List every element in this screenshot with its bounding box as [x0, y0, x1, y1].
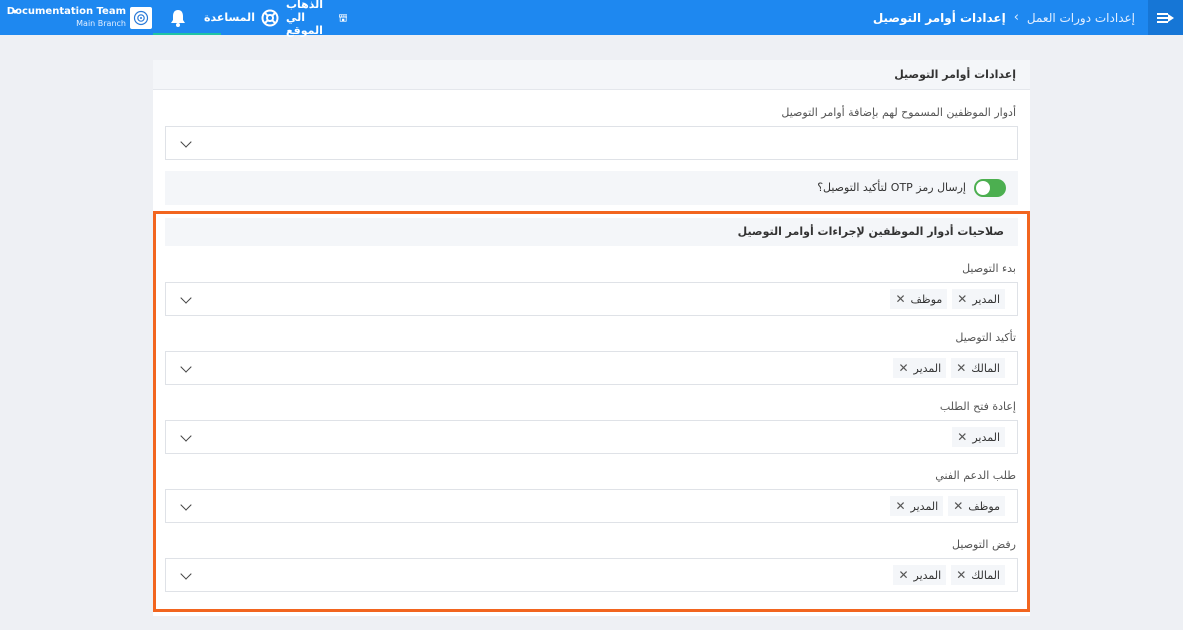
field-label-support-request: طلب الدعم الفني: [935, 469, 1016, 482]
card-title: إعدادات أوامر التوصيل: [894, 68, 1016, 81]
role-chip: المالك ✕: [951, 565, 1005, 585]
account-switcher[interactable]: Documentation Team Main Branch: [6, 4, 126, 32]
reopen-order-roles-select[interactable]: المدير ✕: [165, 420, 1018, 454]
breadcrumb-current: إعدادات أوامر التوصيل: [872, 10, 1006, 25]
selected-roles: المالك ✕ المدير ✕: [893, 565, 1005, 585]
org-logo-icon: [130, 7, 152, 29]
role-chip: موظف ✕: [948, 496, 1005, 516]
selected-roles: المالك ✕ المدير ✕: [893, 358, 1005, 378]
role-chip: المدير ✕: [893, 565, 947, 585]
role-chip-label: المدير: [972, 292, 1000, 306]
confirm-delivery-roles-select[interactable]: المالك ✕ المدير ✕: [165, 351, 1018, 385]
breadcrumb-parent-link[interactable]: إعدادات دورات العمل: [1027, 11, 1135, 25]
role-chip-label: المدير: [913, 361, 942, 375]
field-label-start-delivery: بدء التوصيل: [962, 262, 1016, 275]
chevron-right-icon: ‹: [1013, 10, 1019, 25]
lifebuoy-icon: [261, 9, 279, 26]
delivery-settings-card: إعدادات أوامر التوصيل أدوار الموظفين الم…: [153, 60, 1030, 616]
menu-arrow-icon: [1156, 12, 1174, 23]
go-to-site-link[interactable]: الذهاب الي الموقع: [286, 0, 347, 37]
chevron-down-icon: [180, 136, 192, 148]
field-label-confirm-delivery: تأكيد التوصيل: [955, 331, 1016, 344]
otp-toggle[interactable]: [974, 179, 1006, 197]
card-header: إعدادات أوامر التوصيل: [153, 60, 1030, 90]
permissions-header: صلاحيات أدوار الموظفين لإجراءات أوامر ال…: [165, 218, 1018, 246]
help-label: المساعدة: [204, 11, 255, 24]
selected-roles: المدير ✕ موظف ✕: [890, 289, 1005, 309]
allowed-roles-select[interactable]: [165, 126, 1018, 160]
otp-label: إرسال رمز OTP لتأكيد التوصيل؟: [817, 181, 966, 194]
help-link[interactable]: المساعدة: [204, 0, 279, 35]
chevron-down-icon: [180, 568, 192, 580]
close-icon[interactable]: ✕: [956, 569, 966, 581]
role-chip: المدير ✕: [893, 358, 947, 378]
role-chip-label: المدير: [972, 430, 1000, 444]
close-icon[interactable]: ✕: [957, 431, 967, 443]
field-label-reopen-order: إعادة فتح الطلب: [939, 400, 1016, 413]
site-label: الذهاب الي الموقع: [286, 0, 324, 37]
start-delivery-roles-select[interactable]: المدير ✕ موظف ✕: [165, 282, 1018, 316]
breadcrumb: إعدادات دورات العمل ‹ إعدادات أوامر التو…: [873, 0, 1135, 35]
role-chip-label: المالك: [971, 361, 1000, 375]
chevron-down-icon: [180, 499, 192, 511]
close-icon[interactable]: ✕: [953, 500, 963, 512]
account-branch: Main Branch: [76, 19, 126, 28]
menu-toggle-button[interactable]: [1148, 0, 1183, 35]
role-chip: المدير ✕: [952, 427, 1005, 447]
close-icon[interactable]: ✕: [957, 293, 967, 305]
close-icon[interactable]: ✕: [898, 569, 908, 581]
toggle-knob: [976, 181, 990, 195]
account-name: Documentation Team: [6, 6, 126, 17]
role-chip-label: موظف: [910, 292, 943, 306]
close-icon[interactable]: ✕: [895, 500, 905, 512]
chevron-down-icon: [180, 361, 192, 373]
role-chip: المدير ✕: [952, 289, 1005, 309]
role-chip: موظف ✕: [890, 289, 948, 309]
chevron-down-icon: [180, 430, 192, 442]
selected-roles: المدير ✕: [952, 427, 1005, 447]
close-icon[interactable]: ✕: [898, 362, 908, 374]
bell-icon[interactable]: [168, 8, 188, 28]
reject-delivery-roles-select[interactable]: المالك ✕ المدير ✕: [165, 558, 1018, 592]
role-chip-label: موظف: [968, 499, 1000, 513]
otp-setting-row: إرسال رمز OTP لتأكيد التوصيل؟: [165, 171, 1018, 205]
storefront-icon: [338, 13, 347, 22]
role-chip: المالك ✕: [951, 358, 1005, 378]
permissions-highlight-frame: [153, 211, 1030, 612]
field-label-reject-delivery: رفض التوصيل: [952, 538, 1016, 551]
chevron-down-icon: [180, 292, 192, 304]
allowed-roles-label: أدوار الموظفين المسموح لهم بإضافة أوامر …: [781, 106, 1016, 119]
close-icon[interactable]: ✕: [895, 293, 905, 305]
role-chip-label: المالك: [971, 568, 1000, 582]
role-chip-label: المدير: [913, 568, 942, 582]
support-request-roles-select[interactable]: موظف ✕ المدير ✕: [165, 489, 1018, 523]
role-chip: المدير ✕: [890, 496, 944, 516]
close-icon[interactable]: ✕: [956, 362, 966, 374]
top-bar: إعدادات دورات العمل ‹ إعدادات أوامر التو…: [0, 0, 1183, 37]
role-chip-label: المدير: [910, 499, 939, 513]
permissions-title: صلاحيات أدوار الموظفين لإجراءات أوامر ال…: [737, 225, 1004, 238]
selected-roles: موظف ✕ المدير ✕: [890, 496, 1005, 516]
